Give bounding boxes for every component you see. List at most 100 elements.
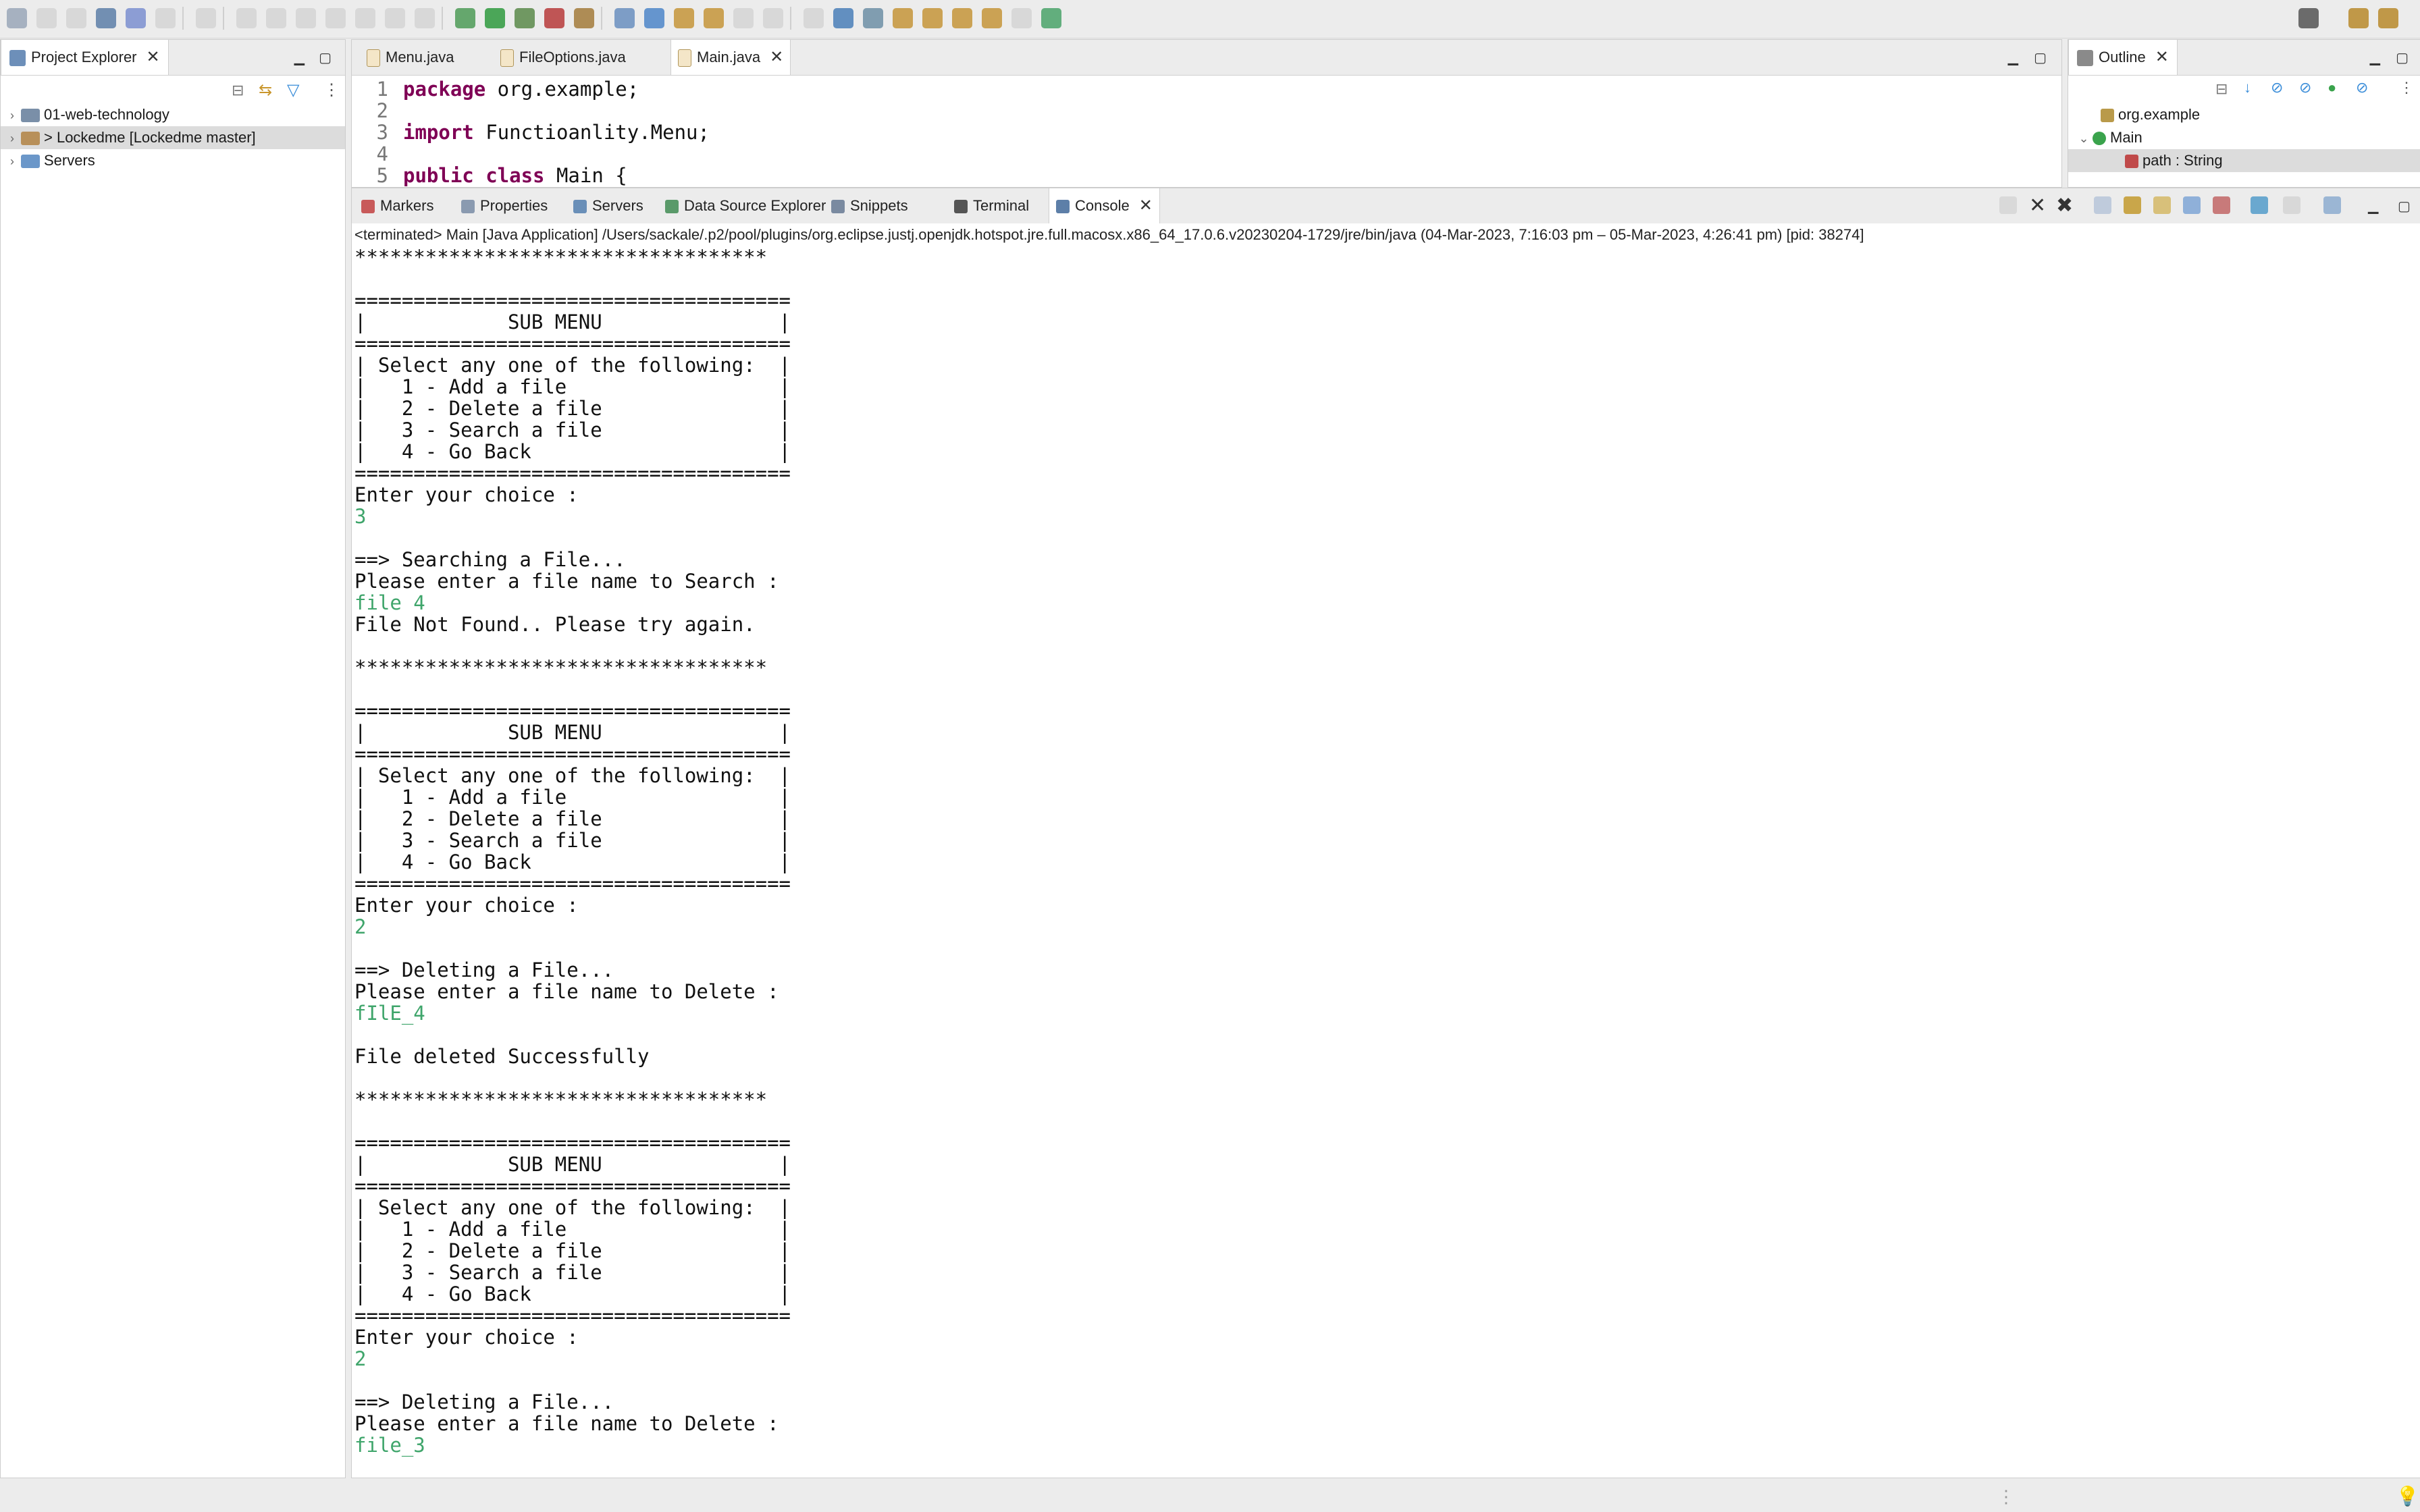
run-icon[interactable]	[485, 8, 505, 28]
outline-item[interactable]: path : String	[2068, 149, 2420, 172]
next-annotation-icon[interactable]	[922, 8, 943, 28]
pin-icon[interactable]	[1041, 8, 1061, 28]
prev-annotation-icon[interactable]	[893, 8, 913, 28]
remove-launch-icon[interactable]: ✕	[2029, 194, 2046, 217]
view-menu-icon[interactable]: ⋮	[2399, 79, 2414, 97]
close-icon[interactable]: ✕	[2155, 40, 2169, 75]
terminate-icon[interactable]	[1999, 196, 2017, 214]
coverage-icon[interactable]	[515, 8, 535, 28]
tab-terminal[interactable]: Terminal	[947, 188, 1036, 223]
annotation-icon[interactable]	[763, 8, 783, 28]
hide-non-public-icon[interactable]: ●	[2327, 79, 2336, 97]
maximize-icon[interactable]: ▢	[319, 49, 332, 66]
chevron-right-icon[interactable]: ›	[6, 150, 18, 173]
console-line: | 3 - Search a file |	[354, 418, 791, 441]
show-on-stderr-icon[interactable]	[2213, 196, 2230, 214]
tip-of-the-day-icon[interactable]: 💡	[2396, 1485, 2419, 1507]
pin-console-icon[interactable]	[2251, 196, 2268, 214]
step-into-icon[interactable]	[296, 8, 316, 28]
new-package-icon[interactable]	[614, 8, 635, 28]
clear-console-icon[interactable]	[2094, 196, 2111, 214]
search-icon[interactable]	[2298, 8, 2319, 28]
step-over-icon[interactable]	[325, 8, 346, 28]
drop-frame-icon[interactable]	[385, 8, 405, 28]
use-step-filters-icon[interactable]	[415, 8, 435, 28]
close-icon[interactable]: ✕	[147, 40, 160, 75]
back-icon[interactable]	[982, 8, 1002, 28]
tab-data-source-explorer[interactable]: Data Source Explorer	[658, 188, 833, 223]
chevron-right-icon[interactable]: ›	[6, 127, 18, 150]
outline-item[interactable]: ⌄ Main	[2068, 126, 2420, 149]
chevron-down-icon[interactable]: ⌄	[2078, 127, 2090, 150]
code-editor[interactable]: 1 package org.example; 2 3 import Functioanl…	[352, 75, 2061, 187]
debug-icon[interactable]	[455, 8, 475, 28]
collapse-all-icon[interactable]: ⊟	[232, 82, 244, 99]
forward-icon[interactable]	[1011, 8, 1032, 28]
maximize-icon[interactable]: ▢	[2398, 198, 2411, 215]
tree-item[interactable]: › > Lockedme [Lockedme master]	[1, 126, 345, 149]
scroll-lock-icon[interactable]	[2124, 196, 2141, 214]
minimize-icon[interactable]: ▁	[294, 49, 305, 66]
step-return-icon[interactable]	[355, 8, 375, 28]
resume-icon[interactable]	[155, 8, 176, 28]
minimize-icon[interactable]: ▁	[2368, 198, 2378, 215]
tab-project-explorer[interactable]: Project Explorer ✕	[1, 40, 169, 75]
suspend-icon[interactable]	[196, 8, 216, 28]
chevron-right-icon[interactable]: ›	[6, 104, 18, 127]
word-wrap-icon[interactable]	[2153, 196, 2171, 214]
tree-item[interactable]: › Servers	[1, 149, 345, 172]
console-user-input: 2	[354, 1347, 367, 1370]
show-on-stdout-icon[interactable]	[2183, 196, 2201, 214]
console-output-area[interactable]: <terminated> Main [Java Application] /Us…	[352, 223, 2420, 1478]
new-class-icon[interactable]	[644, 8, 664, 28]
save-icon[interactable]	[36, 8, 57, 28]
collapse-all-icon[interactable]: ⊟	[2215, 80, 2228, 98]
save-all-icon[interactable]	[66, 8, 86, 28]
tab-label: Main.java	[697, 49, 761, 65]
tab-servers[interactable]: Servers	[567, 188, 650, 223]
tab-markers[interactable]: Markers	[354, 188, 440, 223]
filter-icon[interactable]: ▽	[287, 80, 299, 100]
perspective-debug-icon[interactable]	[2378, 8, 2398, 28]
package-icon	[2101, 109, 2114, 123]
hide-local-types-icon[interactable]: ⊘	[2356, 79, 2368, 97]
hide-static-icon[interactable]: ⊘	[2299, 79, 2311, 97]
open-console-icon[interactable]	[2323, 196, 2341, 214]
close-icon[interactable]: ✕	[770, 40, 783, 75]
tree-item[interactable]: › 01-web-technology	[1, 103, 345, 126]
minimize-icon[interactable]: ▁	[2008, 49, 2018, 66]
minimize-icon[interactable]: ▁	[2370, 49, 2380, 66]
disconnect-icon[interactable]	[266, 8, 286, 28]
maximize-icon[interactable]: ▢	[2034, 49, 2047, 66]
sort-icon[interactable]: ↓	[2244, 79, 2251, 97]
remove-all-launches-icon[interactable]: ✖	[2056, 194, 2073, 217]
maximize-icon[interactable]: ▢	[2396, 49, 2409, 66]
terminal-icon[interactable]	[96, 8, 116, 28]
open-task-icon[interactable]	[704, 8, 724, 28]
run-external-icon[interactable]	[544, 8, 564, 28]
outline-item[interactable]: org.example	[2068, 103, 2420, 126]
open-type-icon[interactable]	[674, 8, 694, 28]
toggle-mark-icon[interactable]	[733, 8, 754, 28]
perspective-java-icon[interactable]	[2348, 8, 2369, 28]
tab-properties[interactable]: Properties	[454, 188, 554, 223]
globe-icon[interactable]	[833, 8, 853, 28]
display-console-icon[interactable]	[2283, 196, 2300, 214]
terminate-icon[interactable]	[236, 8, 257, 28]
tab-menu-java[interactable]: Menu.java	[360, 40, 461, 75]
view-menu-icon[interactable]: ⋮	[323, 80, 340, 100]
link-icon[interactable]	[863, 8, 883, 28]
tab-outline[interactable]: Outline ✕	[2068, 40, 2178, 75]
tab-console[interactable]: Console ✕	[1049, 188, 1160, 223]
hide-fields-icon[interactable]: ⊘	[2271, 79, 2283, 97]
tab-snippets[interactable]: Snippets	[824, 188, 915, 223]
tab-fileoptions-java[interactable]: FileOptions.java	[494, 40, 633, 75]
link-with-editor-icon[interactable]: ⇆	[259, 80, 272, 100]
new-java-project-icon[interactable]	[574, 8, 594, 28]
close-icon[interactable]: ✕	[1139, 188, 1153, 223]
last-edit-icon[interactable]	[952, 8, 972, 28]
show-whitespace-icon[interactable]	[804, 8, 824, 28]
search-ref-icon[interactable]	[126, 8, 146, 28]
new-file-icon[interactable]	[7, 8, 27, 28]
tab-main-java[interactable]: Main.java ✕	[670, 40, 791, 75]
